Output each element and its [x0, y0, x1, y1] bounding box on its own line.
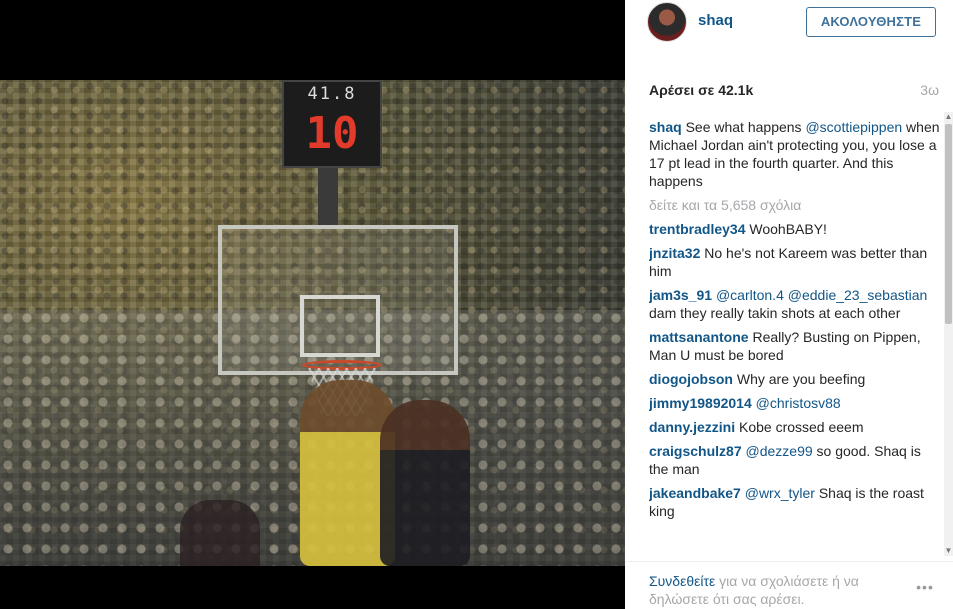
comment-text: Kobe crossed eeem	[735, 419, 864, 435]
comment-username[interactable]: craigschulz87	[649, 443, 742, 459]
comment-item: jimmy19892014 @christosv88	[649, 394, 941, 412]
backboard-target-square	[300, 295, 380, 357]
shot-clock-readout: 10	[305, 108, 359, 159]
post-media[interactable]: 41.8 10	[0, 0, 625, 609]
comment-username[interactable]: trentbradley34	[649, 221, 745, 237]
player-dark-jersey	[380, 400, 470, 566]
comment-mention[interactable]: @dezze99	[746, 443, 813, 459]
comment-username[interactable]: diogojobson	[649, 371, 733, 387]
comment-mention[interactable]: @wrx_tyler	[745, 485, 815, 501]
comment-text: WoohBABY!	[745, 221, 827, 237]
comment-mention[interactable]: @christosv88	[756, 395, 841, 411]
post-header: shaq ΑΚΟΛΟΥΘΗΣΤΕ	[625, 0, 953, 44]
comments-scrollbar[interactable]: ▲ ▼	[944, 112, 953, 556]
post-timestamp[interactable]: 3ω	[920, 82, 939, 98]
post-footer: Συνδεθείτε για να σχολιάσετε ή να δηλώσε…	[625, 561, 953, 609]
comments-list[interactable]: shaq See what happens @scottiepippen whe…	[649, 118, 941, 558]
caption-username[interactable]: shaq	[649, 119, 682, 135]
follow-button[interactable]: ΑΚΟΛΟΥΘΗΣΤΕ	[806, 7, 936, 37]
comment-username[interactable]: mattsanantone	[649, 329, 749, 345]
scroll-up-arrow-icon[interactable]: ▲	[944, 112, 953, 122]
comment-username[interactable]: jam3s_91	[649, 287, 712, 303]
backboard-support	[318, 168, 338, 226]
video-player[interactable]: 41.8 10	[0, 80, 625, 566]
player-background	[180, 500, 260, 566]
game-clock-readout: 41.8	[307, 84, 357, 104]
comment-text: Why are you beefing	[732, 371, 866, 387]
shot-clock: 41.8 10	[282, 80, 382, 168]
scrollbar-thumb[interactable]	[945, 124, 952, 324]
likes-count[interactable]: Αρέσει σε 42.1k	[649, 82, 753, 98]
scroll-down-arrow-icon[interactable]: ▼	[944, 546, 953, 556]
backboard	[218, 225, 458, 375]
comment-item: jakeandbake7 @wrx_tyler Shaq is the roas…	[649, 484, 941, 520]
comment-mention[interactable]: @carlton.4	[716, 287, 784, 303]
comment-item: craigschulz87 @dezze99 so good. Shaq is …	[649, 442, 941, 478]
comment-item: trentbradley34 WoohBABY!	[649, 220, 941, 238]
avatar[interactable]	[647, 2, 687, 42]
login-link[interactable]: Συνδεθείτε	[649, 573, 715, 589]
comment-username[interactable]: jimmy19892014	[649, 395, 752, 411]
view-all-comments-link[interactable]: δείτε και τα 5,658 σχόλια	[649, 196, 941, 214]
comment-item: diogojobson Why are you beefing	[649, 370, 941, 388]
post-author-username[interactable]: shaq	[698, 12, 733, 29]
comment-username[interactable]: jnzita32	[649, 245, 700, 261]
caption: shaq See what happens @scottiepippen whe…	[649, 118, 941, 190]
more-options-icon[interactable]: •••	[912, 580, 938, 594]
comment-items: trentbradley34 WoohBABY! jnzita32 No he's…	[649, 220, 941, 520]
post-sidebar: shaq ΑΚΟΛΟΥΘΗΣΤΕ Αρέσει σε 42.1k 3ω shaq…	[625, 0, 953, 609]
comment-text: dam they really takin shots at each othe…	[649, 305, 901, 321]
comment-item: danny.jezzini Kobe crossed eeem	[649, 418, 941, 436]
comment-item: jam3s_91 @carlton.4 @eddie_23_sebastian …	[649, 286, 941, 322]
caption-text: See what happens	[681, 119, 806, 135]
login-prompt: Συνδεθείτε για να σχολιάσετε ή να δηλώσε…	[649, 572, 889, 608]
comment-username[interactable]: danny.jezzini	[649, 419, 735, 435]
comment-mention[interactable]: @eddie_23_sebastian	[788, 287, 928, 303]
comment-item: mattsanantone Really? Busting on Pippen,…	[649, 328, 941, 364]
caption-mention[interactable]: @scottiepippen	[805, 119, 902, 135]
likes-row: Αρέσει σε 42.1k 3ω	[649, 80, 939, 102]
comment-item: jnzita32 No he's not Kareem was better t…	[649, 244, 941, 280]
comment-username[interactable]: jakeandbake7	[649, 485, 741, 501]
